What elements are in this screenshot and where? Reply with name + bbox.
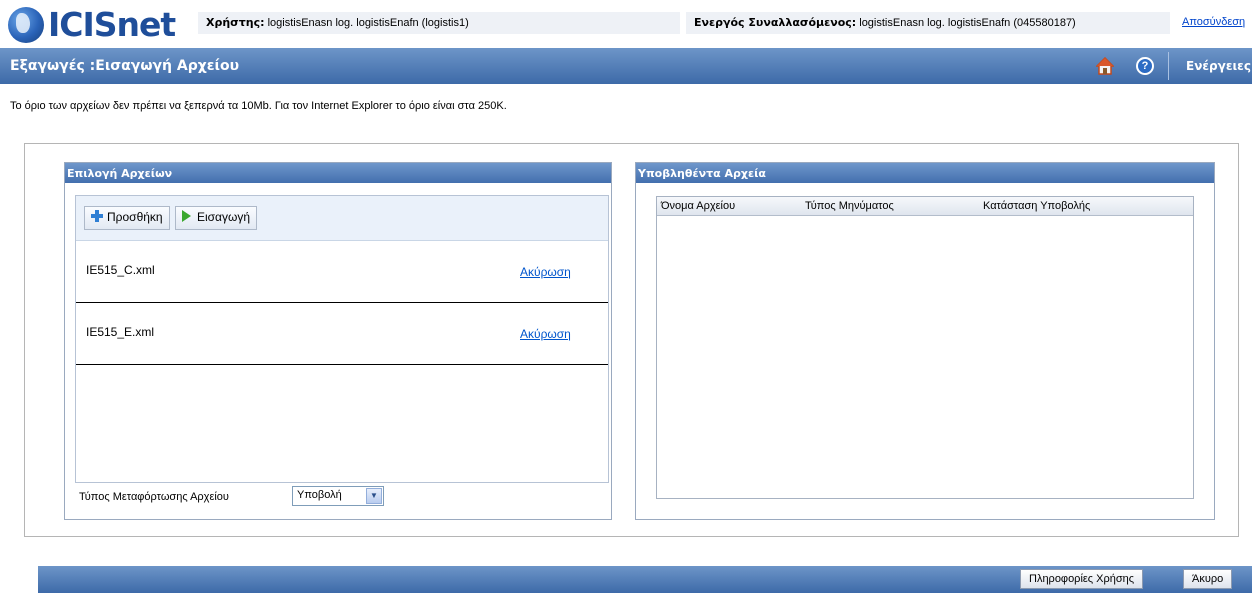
toolbar-divider bbox=[1168, 52, 1169, 80]
file-selection-title: Επιλογή Αρχείων bbox=[65, 163, 611, 183]
plus-icon bbox=[91, 210, 103, 222]
add-file-button[interactable]: Προσθήκη bbox=[84, 206, 170, 230]
footer-bar: Πληροφορίες Χρήσης Άκυρο bbox=[38, 566, 1252, 593]
import-button[interactable]: Εισαγωγή bbox=[174, 206, 257, 230]
file-name: IE515_E.xml bbox=[86, 325, 155, 339]
submitted-files-panel: Υποβληθέντα Αρχεία Όνομα Αρχείου Τύπος Μ… bbox=[635, 162, 1215, 520]
play-icon bbox=[181, 210, 191, 222]
user-label: Χρήστης: bbox=[206, 16, 265, 29]
trader-value: logistisEnasn log. logistisEnafn (045580… bbox=[859, 17, 1076, 29]
upload-area: Προσθήκη Εισαγωγή IE515_C.xml Ακύρωση IE… bbox=[75, 195, 609, 483]
column-submission-status[interactable]: Κατάσταση Υποβολής bbox=[983, 200, 1090, 212]
usage-info-button[interactable]: Πληροφορίες Χρήσης bbox=[1020, 569, 1144, 589]
column-message-type[interactable]: Τύπος Μηνύματος bbox=[805, 200, 894, 212]
upload-toolbar: Προσθήκη Εισαγωγή bbox=[76, 196, 608, 241]
submitted-files-title: Υποβληθέντα Αρχεία bbox=[636, 163, 1214, 183]
import-label: Εισαγωγή bbox=[196, 210, 250, 224]
top-header: ICISnet Χρήστης: logistisEnasn log. logi… bbox=[0, 0, 1252, 45]
transfer-type-select[interactable]: Υποβολή ▼ bbox=[292, 486, 384, 506]
cancel-button[interactable]: Άκυρο bbox=[1183, 569, 1233, 589]
file-row: IE515_C.xml Ακύρωση bbox=[76, 241, 608, 303]
home-icon[interactable] bbox=[1096, 57, 1114, 75]
logout-link[interactable]: Αποσύνδεση bbox=[1182, 16, 1245, 28]
transfer-type-row: Τύπος Μεταφόρτωσης Αρχείου Υποβολή ▼ bbox=[79, 486, 399, 508]
file-row: IE515_E.xml Ακύρωση bbox=[76, 303, 608, 365]
trader-label: Ενεργός Συναλλασόμενος: bbox=[694, 16, 857, 29]
icisnet-logo: ICISnet bbox=[8, 5, 188, 44]
file-name: IE515_C.xml bbox=[86, 263, 155, 277]
globe-icon bbox=[8, 7, 44, 43]
user-value: logistisEnasn log. logistisEnafn (logist… bbox=[267, 17, 469, 29]
transfer-type-value: Υποβολή bbox=[297, 489, 342, 501]
add-file-label: Προσθήκη bbox=[107, 210, 163, 224]
column-file-name[interactable]: Όνομα Αρχείου bbox=[661, 200, 735, 212]
file-selection-panel: Επιλογή Αρχείων Προσθήκη Εισαγωγή IE515_… bbox=[64, 162, 612, 520]
logo-text: ICISnet bbox=[48, 5, 176, 44]
submitted-files-grid: Όνομα Αρχείου Τύπος Μηνύματος Κατάσταση … bbox=[656, 196, 1194, 499]
chevron-down-icon[interactable]: ▼ bbox=[366, 488, 382, 504]
page-title: Εξαγωγές :Εισαγωγή Αρχείου bbox=[10, 58, 240, 74]
actions-menu[interactable]: Ενέργειες bbox=[1186, 59, 1251, 73]
cancel-file-link[interactable]: Ακύρωση bbox=[520, 265, 571, 279]
user-info: Χρήστης: logistisEnasn log. logistisEnaf… bbox=[198, 12, 680, 34]
main-frame: Επιλογή Αρχείων Προσθήκη Εισαγωγή IE515_… bbox=[24, 143, 1239, 537]
trader-info: Ενεργός Συναλλασόμενος: logistisEnasn lo… bbox=[686, 12, 1170, 34]
page-titlebar: Εξαγωγές :Εισαγωγή Αρχείου ? Ενέργειες bbox=[0, 48, 1252, 84]
file-size-note: Το όριο των αρχείων δεν πρέπει να ξεπερν… bbox=[10, 100, 507, 112]
cancel-file-link[interactable]: Ακύρωση bbox=[520, 327, 571, 341]
help-icon[interactable]: ? bbox=[1136, 57, 1154, 75]
grid-header: Όνομα Αρχείου Τύπος Μηνύματος Κατάσταση … bbox=[657, 197, 1193, 216]
transfer-type-label: Τύπος Μεταφόρτωσης Αρχείου bbox=[79, 491, 229, 503]
